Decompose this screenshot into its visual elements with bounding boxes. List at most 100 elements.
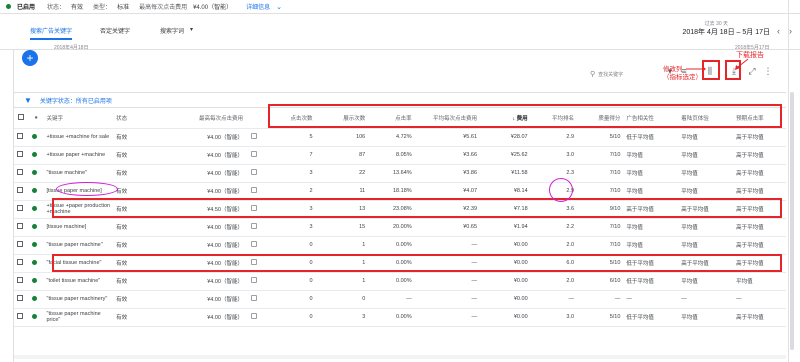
row-checkbox[interactable] [14, 200, 29, 219]
edit-cell[interactable] [245, 218, 263, 237]
row-checkbox[interactable] [14, 254, 29, 273]
edit-bid-icon[interactable] [251, 187, 258, 193]
cost-cell: ¥0.00 [480, 272, 531, 291]
state-value: 有效 [71, 5, 84, 11]
keyword-cell[interactable]: "tissue machine" [43, 164, 114, 183]
impressions-cell: 87 [315, 146, 369, 165]
cost-cell: ¥0.00 [480, 290, 531, 309]
table-row[interactable]: "tissue paper machine" 有效 ¥4.00（智能） 0 1 0.00%… [14, 236, 786, 255]
tab-search-terms[interactable]: 搜索字词 [160, 26, 184, 40]
details-link[interactable]: 详细信息 [246, 2, 270, 11]
row-checkbox[interactable] [14, 308, 29, 327]
keyword-cell[interactable]: +tissue paper +machine [43, 146, 114, 165]
clicks-cell: 3 [262, 218, 316, 237]
date-prev-icon[interactable]: ‹ [777, 26, 780, 36]
status-cell: 有效 [113, 308, 177, 327]
clicks-cell: 0 [262, 290, 316, 309]
edit-cell[interactable] [245, 308, 263, 327]
edit-cell[interactable] [245, 128, 263, 147]
date-range-label: 过去 30 天 [704, 21, 728, 27]
ctr-cell: 0.00% [368, 236, 415, 255]
landing-page-cell: 平均值 [678, 218, 734, 237]
table-row[interactable]: +tissue paper +machine 有效 ¥4.00（智能） 7 87 8.05… [14, 146, 786, 165]
more-options-icon[interactable]: ⋮ [762, 66, 774, 80]
edit-bid-icon[interactable] [251, 313, 258, 319]
edit-cell[interactable] [245, 164, 263, 183]
select-all-checkbox[interactable] [14, 108, 29, 129]
chevron-down-icon[interactable]: ⌄ [276, 3, 282, 11]
enabled-status-dot [28, 146, 44, 165]
impressions-cell: 22 [315, 164, 369, 183]
horizontal-scrollbar[interactable] [14, 355, 786, 359]
chart-end-date: 2018年5月17日 [735, 45, 770, 51]
table-row[interactable]: +tissue +machine for sale 有效 ¥4.00（智能） 5 106… [14, 128, 786, 147]
max-cpc-cell: ¥4.00（智能） [176, 272, 246, 291]
keyword-cell[interactable]: +tissue +machine for sale [43, 128, 114, 147]
max-cpc-cell: ¥4.00（智能） [176, 218, 246, 237]
edit-bid-icon[interactable] [251, 169, 258, 175]
row-checkbox[interactable] [14, 236, 29, 255]
expected-ctr-cell: 高于平均值 [733, 308, 786, 327]
tab-negative-keywords[interactable]: 否定关键字 [100, 26, 130, 40]
edit-cell[interactable] [245, 146, 263, 165]
vertical-scrollbar[interactable] [790, 92, 794, 350]
row-checkbox[interactable] [14, 218, 29, 237]
impressions-cell: 3 [315, 308, 369, 327]
landing-page-cell: — [678, 290, 734, 309]
edit-cell[interactable] [245, 272, 263, 291]
avg-cpc-cell: ¥3.66 [414, 146, 481, 165]
keyword-cell[interactable]: "tissue paper machine price" [43, 308, 114, 327]
row-checkbox[interactable] [14, 290, 29, 309]
date-range-selector[interactable]: 2018年 4月 18日 – 5月 17日 [682, 27, 770, 37]
edit-bid-icon[interactable] [251, 151, 258, 157]
col-status[interactable]: 状态 [113, 108, 177, 129]
edit-bid-icon[interactable] [251, 277, 258, 283]
table-row[interactable]: "tissue paper machine price" 有效 ¥4.00（智能） 0… [14, 308, 786, 327]
max-cpc-cell: ¥4.00（智能） [176, 164, 246, 183]
avg-position-cell: 2.0 [530, 272, 578, 291]
expected-ctr-cell: 高于平均值 [733, 128, 786, 147]
tab-search-terms-dropdown-icon[interactable]: ▾ [190, 26, 193, 40]
edit-cell[interactable] [245, 236, 263, 255]
table-row[interactable]: "tissue paper machinery" 有效 ¥4.00（智能） 0 0— — ¥… [14, 290, 786, 309]
edit-bid-icon[interactable] [251, 295, 258, 301]
row-checkbox[interactable] [14, 146, 29, 165]
max-cpc-label: 最高每次点击费用 [139, 5, 188, 11]
edit-bid-icon[interactable] [251, 223, 258, 229]
row-checkbox[interactable] [14, 128, 29, 147]
avg-cpc-cell: ¥5.61 [414, 128, 481, 147]
keyword-search[interactable]: ⚲ 查找关键字 [590, 68, 664, 80]
keyword-cell[interactable]: [tissue machine] [43, 218, 114, 237]
row-checkbox[interactable] [14, 164, 29, 183]
table-row[interactable]: "toilet tissue machine" 有效 ¥4.00（智能） 0 1 0.00… [14, 272, 786, 291]
row-checkbox[interactable] [14, 272, 29, 291]
cost-cell: ¥0.00 [480, 236, 531, 255]
col-keyword[interactable]: 关键字 [43, 108, 114, 129]
annotation-circle-position [549, 178, 573, 202]
tab-search-keywords[interactable]: 搜索广告关键字 [30, 26, 73, 40]
cost-cell: ¥11.58 [480, 164, 531, 183]
edit-bid-icon[interactable] [251, 133, 258, 139]
keyword-cell[interactable]: "tissue paper machine" [43, 236, 114, 255]
impressions-cell: 1 [315, 236, 369, 255]
col-max-cpc[interactable]: 最高每次点击费用 [176, 108, 246, 129]
row-checkbox[interactable] [14, 182, 29, 201]
ctr-cell: 4.72% [368, 128, 415, 147]
keyword-cell[interactable]: "tissue paper machinery" [43, 290, 114, 309]
table-row[interactable]: [tissue machine] 有效 ¥4.00（智能） 3 15 20.00% ¥0.6… [14, 218, 786, 237]
edit-cell[interactable] [245, 290, 263, 309]
table-row[interactable]: "tissue machine" 有效 ¥4.00（智能） 3 22 13.64% ¥3.8… [14, 164, 786, 183]
enabled-status-dot [28, 218, 44, 237]
cost-cell: ¥0.00 [480, 308, 531, 327]
type-value: 标准 [117, 5, 130, 11]
edit-bid-icon[interactable] [251, 241, 258, 247]
ctr-cell: 20.00% [368, 218, 415, 237]
ctr-cell: 13.64% [368, 164, 415, 183]
keyword-cell[interactable]: "toilet tissue machine" [43, 272, 114, 291]
avg-position-cell: 2.2 [530, 218, 578, 237]
filter-status-text[interactable]: 关键字状态：所有已启用项 [40, 96, 112, 105]
enabled-status-dot [28, 128, 44, 147]
quality-score-cell: 7/10 [577, 236, 624, 255]
filter-funnel-icon[interactable]: ▼ [24, 96, 32, 105]
impressions-cell: 1 [315, 272, 369, 291]
